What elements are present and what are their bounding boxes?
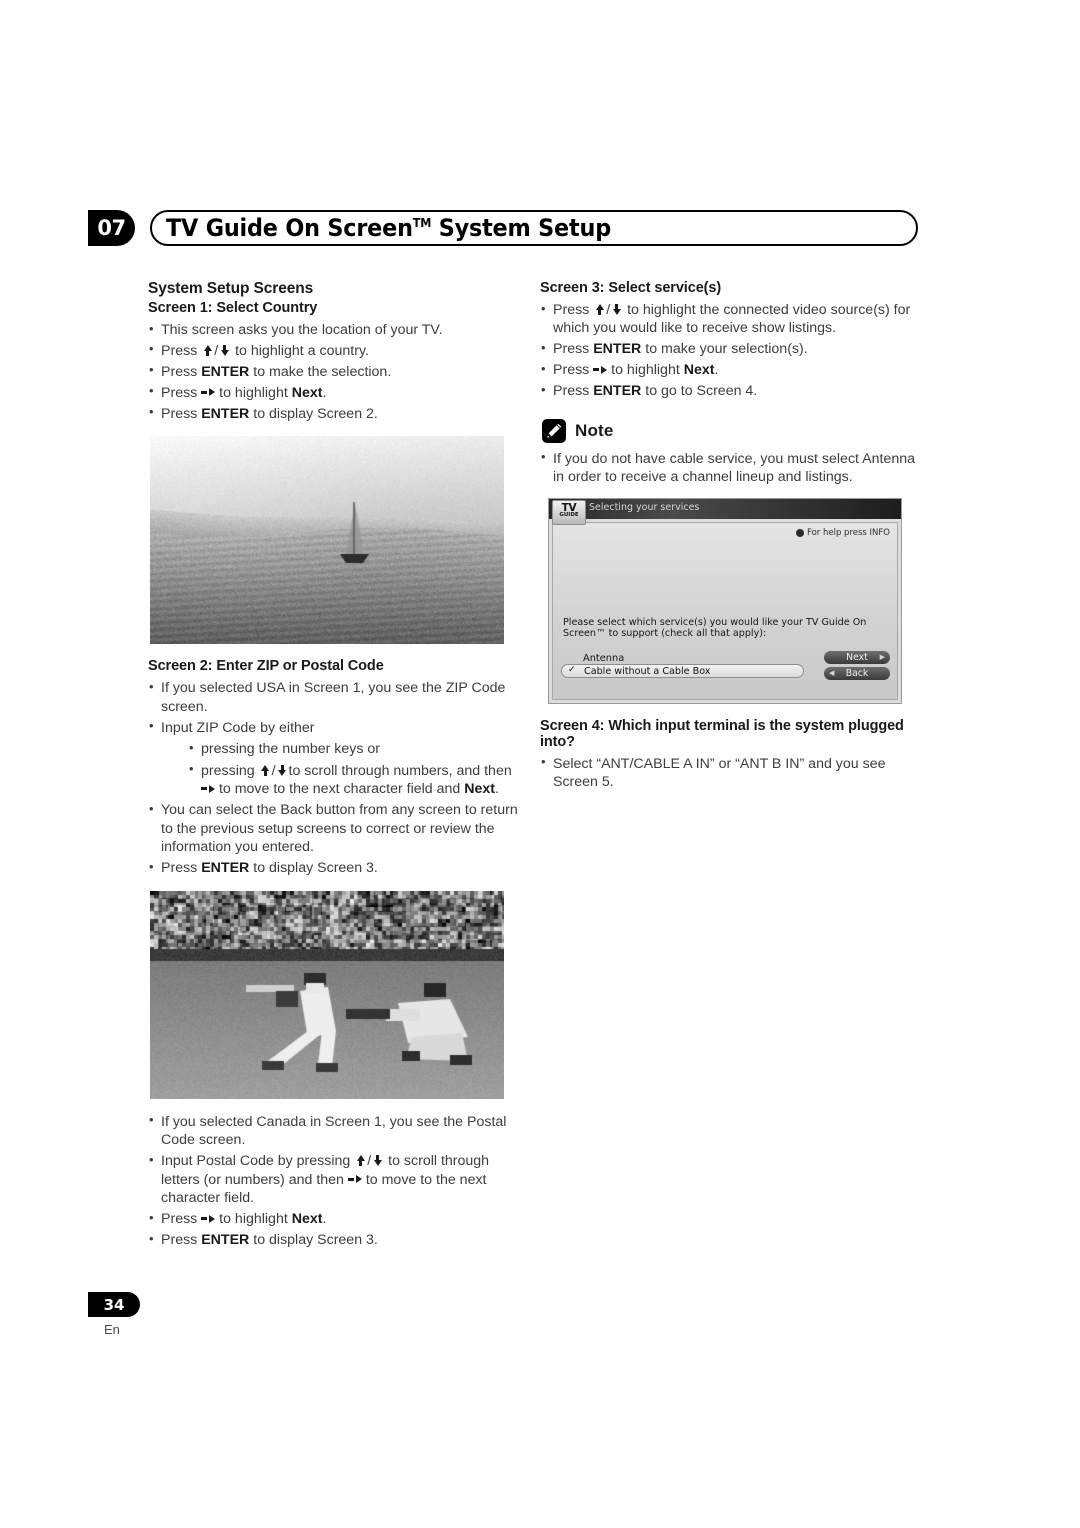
chevron-right-icon: ▶: [879, 652, 885, 661]
page-title-prefix: TV Guide On Screen: [166, 214, 413, 242]
screen-3-bullet-list: Press / to highlight the connected video…: [540, 301, 922, 401]
tv-guide-logo: TV GUIDE: [552, 499, 586, 525]
tvgos-help-hint: For help press INFO: [796, 528, 890, 538]
list-item: If you selected Canada in Screen 1, you …: [148, 1112, 524, 1150]
left-column: System Setup Screens Screen 1: Select Co…: [148, 280, 524, 1252]
list-item: Input Postal Code by pressing / to scrol…: [148, 1152, 524, 1207]
list-item: Press to highlight Next.: [148, 383, 524, 402]
trademark-mark: TM: [412, 216, 432, 230]
heading-screen-4: Screen 4: Which input terminal is the sy…: [540, 717, 904, 750]
tvgos-option-antenna[interactable]: Antenna: [583, 653, 624, 664]
screen-1-bullet-list: This screen asks you the location of you…: [148, 320, 524, 423]
photo-sailboat: [150, 436, 504, 645]
language-code: En: [104, 1322, 120, 1337]
arrow-up-icon: [201, 344, 214, 356]
list-item: Press / to highlight a country.: [148, 341, 524, 360]
page-title-suffix: System Setup: [431, 214, 611, 242]
right-column: Screen 3: Select service(s) Press / to h…: [540, 280, 922, 794]
tvgos-help-text: For help press INFO: [807, 527, 890, 538]
tvgos-screenshot: TV GUIDE Selecting your services For hel…: [548, 497, 902, 704]
list-item: If you selected USA in Screen 1, you see…: [148, 679, 524, 716]
arrow-right-icon: [593, 364, 608, 375]
list-item: You can select the Back button from any …: [148, 801, 524, 856]
page-header: 07 TV Guide On ScreenTM System Setup: [88, 210, 920, 250]
tvgos-next-label: Next: [846, 651, 868, 663]
list-item: If you do not have cable service, you mu…: [540, 449, 922, 487]
list-item: Press ENTER to go to Screen 4.: [540, 382, 922, 400]
section-title-system-setup-screens: System Setup Screens: [148, 280, 314, 297]
arrow-down-icon: [610, 304, 623, 315]
note-bullet-list: If you do not have cable service, you mu…: [540, 449, 922, 487]
tv-guide-logo-line2: GUIDE: [559, 512, 579, 519]
arrow-up-icon: [593, 304, 606, 315]
list-item: Press ENTER to make the selection.: [148, 362, 524, 381]
note-label: Note: [575, 420, 614, 440]
arrow-up-icon: [259, 764, 272, 776]
list-item: Press ENTER to display Screen 2.: [148, 404, 524, 423]
screen-2-sub-bullet-list: pressing the number keys or pressing /to…: [161, 740, 524, 798]
list-item: pressing /to scroll through numbers, and…: [188, 761, 524, 799]
list-item: Press to highlight Next.: [540, 361, 922, 379]
tvgos-back-button[interactable]: Back ◀: [824, 666, 890, 680]
tvgos-window-title: Selecting your services: [589, 501, 700, 513]
tvgos-body: For help press INFO Please select which …: [552, 521, 898, 700]
info-icon: [796, 528, 804, 537]
note-header: Note: [542, 418, 922, 443]
page-number-badge: 34: [88, 1292, 140, 1317]
arrow-right-icon: [201, 1213, 216, 1224]
checkmark-icon: ✓: [568, 664, 576, 675]
arrow-up-icon: [354, 1155, 367, 1167]
chapter-number-badge: 07: [88, 210, 135, 246]
arrow-right-icon: [201, 387, 216, 398]
list-item: Input ZIP Code by either pressing the nu…: [148, 718, 524, 799]
heading-screen-3: Screen 3: Select service(s): [540, 280, 722, 296]
chevron-left-icon: ◀: [829, 668, 835, 677]
list-item: Select “ANT/CABLE A IN” or “ANT B IN” an…: [540, 754, 922, 792]
pencil-icon: [542, 418, 566, 443]
screen-2-bullet-list: If you selected USA in Screen 1, you see…: [148, 679, 524, 878]
arrow-down-icon: [218, 344, 231, 356]
tvgos-option-cable[interactable]: ✓ Cable without a Cable Box: [561, 663, 804, 678]
list-item: Press to highlight Next.: [148, 1210, 524, 1228]
arrow-down-icon: [276, 764, 289, 776]
heading-screen-1: Screen 1: Select Country: [148, 300, 318, 316]
tvgos-prompt-text: Please select which service(s) you would…: [563, 616, 867, 640]
arrow-right-icon: [201, 783, 215, 794]
list-item: This screen asks you the location of you…: [148, 320, 524, 339]
photo-baseball: [150, 890, 504, 1099]
heading-screen-2: Screen 2: Enter ZIP or Postal Code: [148, 658, 384, 675]
page-footer: 34 En: [88, 1292, 140, 1337]
arrow-down-icon: [371, 1155, 384, 1167]
list-item: Press ENTER to display Screen 3.: [148, 1231, 524, 1249]
canada-bullet-list: If you selected Canada in Screen 1, you …: [148, 1112, 524, 1250]
tvgos-next-button[interactable]: Next ▶: [824, 650, 890, 664]
list-item: Press ENTER to display Screen 3.: [148, 859, 524, 877]
page-title: TV Guide On ScreenTM System Setup: [166, 214, 611, 242]
list-item: pressing the number keys or: [188, 740, 524, 758]
tvgos-back-label: Back: [845, 667, 869, 679]
screen-4-bullet-list: Select “ANT/CABLE A IN” or “ANT B IN” an…: [540, 754, 922, 792]
list-item: Press ENTER to make your selection(s).: [540, 340, 922, 358]
tvgos-option-cable-label: Cable without a Cable Box: [584, 665, 711, 677]
arrow-right-icon: [347, 1174, 362, 1185]
list-item: Press / to highlight the connected video…: [540, 301, 922, 338]
